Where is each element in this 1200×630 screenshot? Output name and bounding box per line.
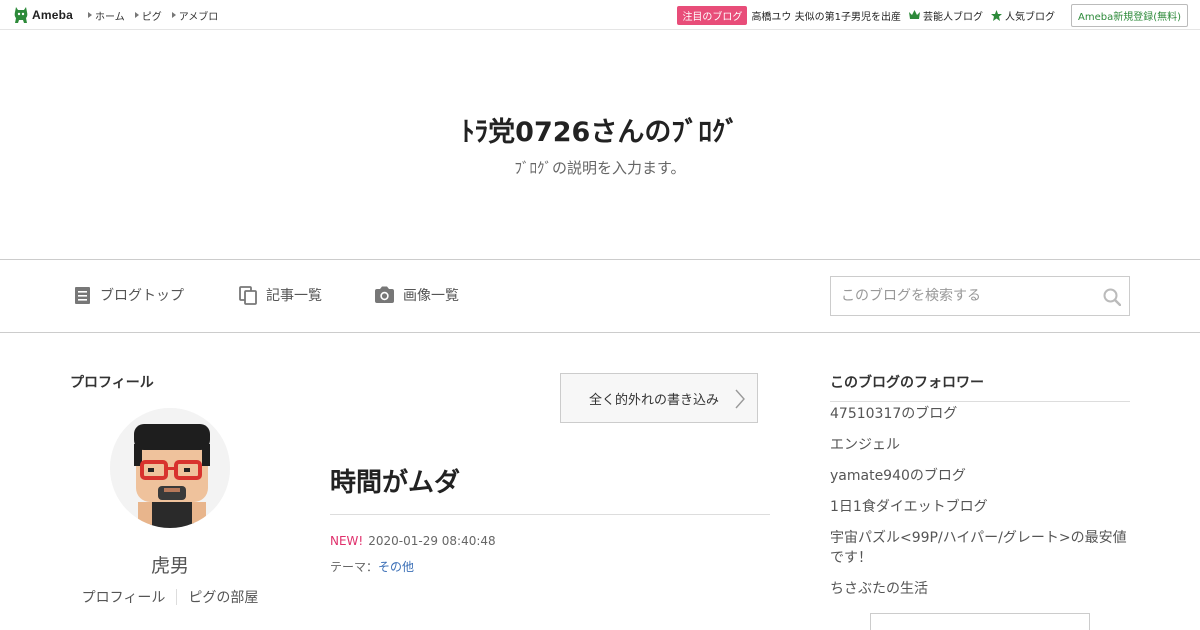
follower-item[interactable]: エンジェル xyxy=(830,435,1130,455)
crown-icon xyxy=(908,10,920,19)
global-nav: ホーム ピグ アメブロ xyxy=(88,0,218,30)
document-icon xyxy=(75,286,90,304)
nav-label: 画像一覧 xyxy=(403,288,459,304)
global-nav-label: アメブロ xyxy=(178,11,219,23)
profile-links: プロフィール ピグの部屋 xyxy=(70,587,270,607)
follower-item[interactable]: yamate940のブログ xyxy=(830,466,1130,486)
follower-item[interactable]: 47510317のブログ xyxy=(830,404,1130,424)
global-header: Ameba ホーム ピグ アメブロ 注目のブログ 高橋ユウ 夫似の第1子男児を出… xyxy=(0,0,1200,30)
nav-entry-list[interactable]: 記事一覧 xyxy=(239,285,322,305)
entry-title[interactable]: 時間がムダ xyxy=(330,462,460,499)
follower-item[interactable]: 宇宙パズル<99P/ハイパー/グレート>の最安値です！ xyxy=(830,528,1130,568)
copy-icon xyxy=(239,285,257,305)
nav-label: ブログトップ xyxy=(100,288,184,304)
global-nav-pigg[interactable]: ピグ xyxy=(134,8,162,23)
prev-entry-label: 全く的外れの書き込み xyxy=(589,392,720,408)
profile-link[interactable]: プロフィール xyxy=(71,587,177,607)
global-nav-label: ピグ xyxy=(141,11,162,23)
followers-heading: このブログのフォロワー xyxy=(830,372,1130,402)
global-header-right: 注目のブログ 高橋ユウ 夫似の第1子男児を出産 芸能人ブログ 人気ブログ Ame… xyxy=(677,0,1188,30)
triangle-icon xyxy=(88,12,92,18)
entry-theme: テーマ：その他 xyxy=(330,558,414,575)
popular-blog-label: 人気ブログ xyxy=(1004,11,1055,23)
profile-name[interactable]: 虎男 xyxy=(110,551,230,578)
camera-icon xyxy=(375,286,394,303)
followers-list: 47510317のブログ エンジェル yamate940のブログ 1日1食ダイエ… xyxy=(830,404,1130,610)
search-icon[interactable] xyxy=(1103,288,1121,306)
triangle-icon xyxy=(134,12,139,18)
global-nav-ameblo[interactable]: アメブロ xyxy=(171,8,219,23)
entry-divider xyxy=(330,514,770,515)
profile-heading: プロフィール xyxy=(70,375,154,391)
theme-link[interactable]: その他 xyxy=(378,560,414,574)
follower-item[interactable]: 1日1食ダイエットブログ xyxy=(830,497,1130,517)
nav-blog-top[interactable]: ブログトップ xyxy=(74,285,184,305)
entry-meta: NEW! 2020-01-29 08:40:48 xyxy=(330,534,496,548)
blog-title[interactable]: ﾄﾗ党0726さんのﾌﾞﾛｸﾞ xyxy=(0,110,1200,149)
triangle-icon xyxy=(171,12,176,18)
avatar[interactable] xyxy=(110,408,230,528)
theme-label: テーマ： xyxy=(330,560,379,574)
follow-button[interactable] xyxy=(870,613,1090,630)
popular-blog-link[interactable]: 人気ブログ xyxy=(990,8,1055,23)
entry-date: 2020-01-29 08:40:48 xyxy=(368,534,496,548)
blog-description: ﾌﾞﾛｸﾞの説明を入力ます。 xyxy=(514,159,686,177)
ameba-logo[interactable]: Ameba xyxy=(13,6,73,24)
search-input[interactable] xyxy=(831,277,1081,315)
global-nav-label: ホーム xyxy=(95,11,125,23)
nav-label: 記事一覧 xyxy=(266,288,322,304)
signup-button[interactable]: Ameba新規登録(無料) xyxy=(1070,3,1188,27)
pigg-room-link[interactable]: ピグの部屋 xyxy=(177,587,269,607)
avatar-image xyxy=(110,408,230,528)
pickup-badge: 注目のブログ xyxy=(677,5,748,25)
celebrity-blog-label: 芸能人ブログ xyxy=(922,11,983,23)
chevron-right-icon xyxy=(735,389,745,409)
global-nav-home[interactable]: ホーム xyxy=(88,8,125,23)
blog-header: ﾄﾗ党0726さんのﾌﾞﾛｸﾞ ﾌﾞﾛｸﾞの説明を入力ます。 xyxy=(0,30,1200,260)
pickup-link[interactable]: 高橋ユウ 夫似の第1子男児を出産 xyxy=(751,8,901,23)
prev-entry-button[interactable]: 全く的外れの書き込み xyxy=(560,373,758,423)
celebrity-blog-link[interactable]: 芸能人ブログ xyxy=(908,8,983,23)
ameba-mascot-icon xyxy=(14,7,28,23)
nav-image-list[interactable]: 画像一覧 xyxy=(374,285,459,305)
follower-item[interactable]: ちさぶたの生活 xyxy=(830,579,1130,599)
star-icon xyxy=(990,9,1002,21)
blog-nav: ブログトップ 記事一覧 画像一覧 xyxy=(0,260,1200,333)
new-badge: NEW! xyxy=(330,534,364,548)
blog-search xyxy=(830,276,1130,316)
logo-text: Ameba xyxy=(32,8,74,22)
